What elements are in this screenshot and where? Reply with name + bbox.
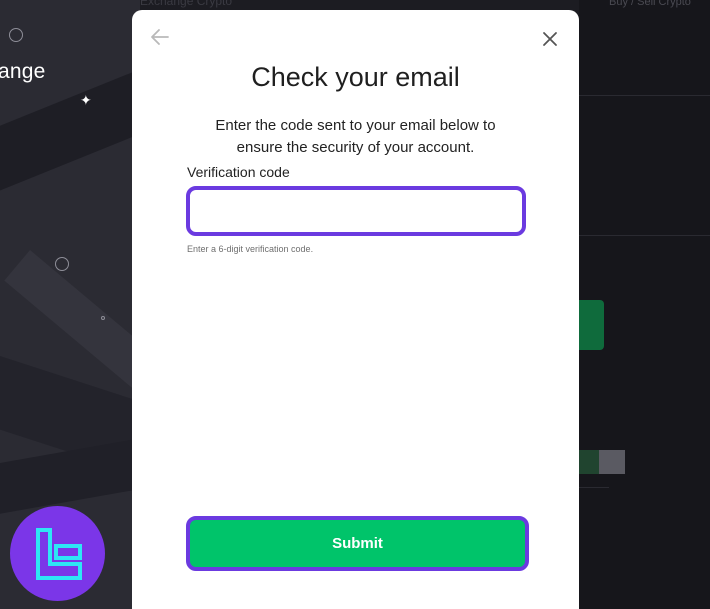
back-button[interactable] xyxy=(150,28,170,46)
verification-code-label: Verification code xyxy=(187,164,290,180)
background-dashboard: Buy / Sell Crypto xyxy=(579,0,710,609)
close-icon xyxy=(543,32,557,46)
background-green-button xyxy=(579,300,604,350)
background-toggle-knob xyxy=(599,450,625,474)
decor-ray xyxy=(0,30,140,206)
modal-description: Enter the code sent to your email below … xyxy=(215,117,496,156)
brand-logo-icon xyxy=(35,527,82,580)
decor-circle xyxy=(9,28,23,42)
promo-title: ange xyxy=(0,60,46,83)
brand-logo xyxy=(10,506,105,601)
verification-modal: Check your email Enter the code sent to … xyxy=(132,10,579,609)
field-hint: Enter a 6-digit verification code. xyxy=(187,244,314,254)
close-button[interactable] xyxy=(542,31,558,47)
decor-circle xyxy=(55,257,69,271)
ghost-nav-text: Buy / Sell Crypto xyxy=(609,0,691,8)
sparkle-icon: ✦ xyxy=(80,92,92,108)
arrow-left-icon xyxy=(151,29,169,45)
verification-code-input[interactable] xyxy=(186,186,526,236)
divider xyxy=(579,487,609,488)
submit-button[interactable]: Submit xyxy=(186,516,529,571)
divider xyxy=(579,235,710,236)
ghost-nav-text: Exchange Crypto xyxy=(140,0,233,8)
divider xyxy=(579,95,710,96)
modal-title: Check your email xyxy=(251,62,460,92)
decor-circle xyxy=(101,316,105,320)
